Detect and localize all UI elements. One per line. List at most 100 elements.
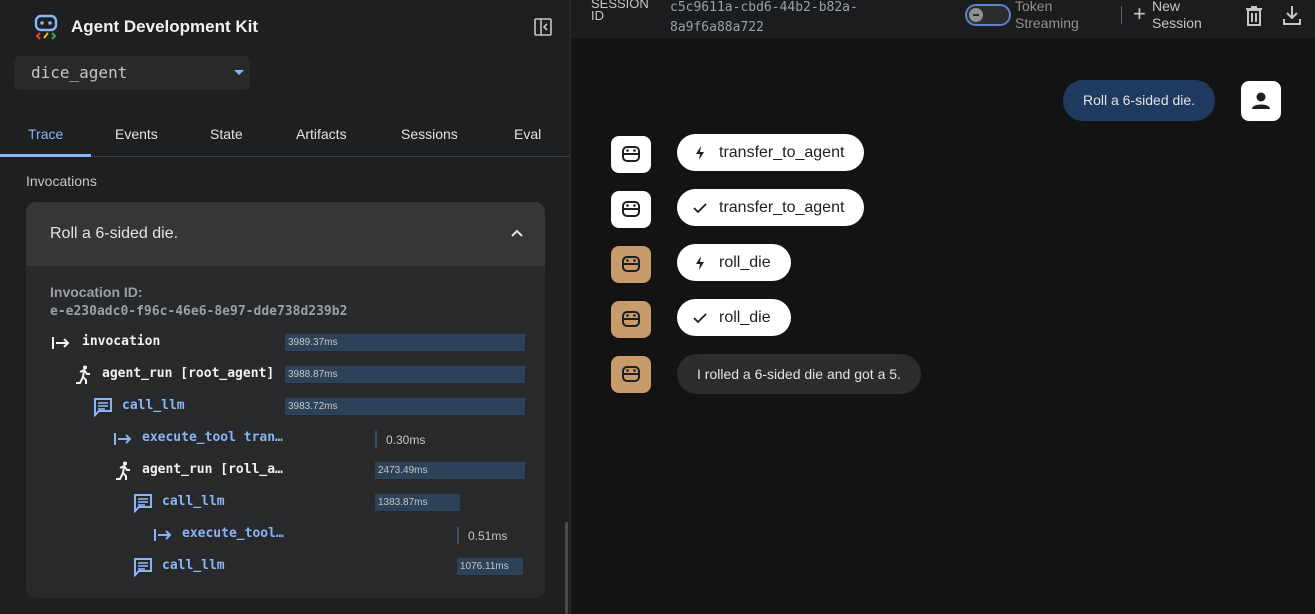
tab-artifacts[interactable]: Artifacts bbox=[296, 126, 347, 142]
function-name: transfer_to_agent bbox=[719, 198, 845, 216]
function-call-chip[interactable]: transfer_to_agent bbox=[677, 134, 865, 171]
function-response-chip[interactable]: transfer_to_agent bbox=[677, 189, 865, 226]
trace-row[interactable]: call_llm 1383.87ms bbox=[50, 492, 530, 514]
chat-area: Roll a 6-sided die. transfer_to_agent tr… bbox=[571, 38, 1315, 614]
trace-label: call_llm bbox=[162, 494, 225, 509]
function-name: roll_die bbox=[719, 253, 771, 271]
active-tab-indicator bbox=[0, 154, 91, 157]
invocation-id-value: e-e230adc0-f96c-46e6-8e97-dde738d239b2 bbox=[50, 304, 348, 319]
duration-bar: 3989.37ms bbox=[285, 334, 525, 351]
check-icon bbox=[693, 312, 707, 323]
function-name: roll_die bbox=[719, 308, 771, 326]
chevron-up-icon[interactable] bbox=[510, 228, 524, 238]
panel-scrollbar[interactable] bbox=[565, 522, 568, 614]
agent-avatar bbox=[611, 191, 651, 228]
chevron-down-icon bbox=[234, 70, 244, 75]
trace-label: invocation bbox=[82, 334, 161, 349]
tab-bar: Trace Events State Artifacts Sessions Ev… bbox=[0, 116, 570, 157]
arrow-right-bar-icon bbox=[52, 337, 70, 349]
user-avatar bbox=[1241, 81, 1281, 121]
arrow-right-bar-icon bbox=[154, 529, 172, 541]
agent-avatar bbox=[611, 301, 651, 338]
trace-row[interactable]: agent_run [root_agent] 3988.87ms bbox=[50, 364, 530, 386]
trace-label: agent_run [roll_a… bbox=[142, 462, 283, 477]
invocation-card: Roll a 6-sided die. Invocation ID: e-e23… bbox=[26, 202, 545, 598]
side-panel: Agent Development Kit dice_agent Trace E… bbox=[0, 0, 571, 614]
trace-label: call_llm bbox=[122, 398, 185, 413]
invocation-header[interactable]: Roll a 6-sided die. bbox=[26, 202, 545, 266]
token-streaming-toggle[interactable] bbox=[965, 4, 1011, 26]
robot-icon bbox=[622, 146, 640, 162]
tab-events[interactable]: Events bbox=[115, 126, 158, 142]
trace-label: call_llm bbox=[162, 558, 225, 573]
agent-select[interactable]: dice_agent bbox=[14, 56, 250, 90]
session-id-value: c5c9611a-cbd6-44b2-b82a-8a9f6a88a722 bbox=[670, 0, 858, 35]
trace-label: execute_tool… bbox=[182, 526, 284, 541]
robot-icon bbox=[622, 201, 640, 217]
download-icon[interactable] bbox=[1282, 5, 1302, 27]
trace-row[interactable]: execute_tool… 0.51ms bbox=[50, 524, 530, 546]
trace-label: execute_tool tran… bbox=[142, 430, 283, 445]
function-call-chip[interactable]: roll_die bbox=[677, 244, 791, 281]
tab-eval[interactable]: Eval bbox=[514, 126, 541, 142]
toggle-knob bbox=[969, 8, 983, 22]
trace-row[interactable]: call_llm 3983.72ms bbox=[50, 396, 530, 418]
arrow-right-bar-icon bbox=[114, 433, 132, 445]
chat-lines-icon bbox=[134, 558, 152, 578]
agent-avatar bbox=[611, 246, 651, 283]
duration-value: 0.51ms bbox=[468, 529, 508, 543]
bolt-icon bbox=[696, 145, 704, 160]
running-person-icon bbox=[76, 365, 90, 384]
collapse-panel-icon[interactable] bbox=[533, 17, 553, 37]
tab-state[interactable]: State bbox=[210, 126, 243, 142]
plus-icon: + bbox=[1133, 1, 1146, 26]
trace-row[interactable]: call_llm 1076.11ms bbox=[50, 556, 530, 578]
function-response-chip[interactable]: roll_die bbox=[677, 299, 791, 336]
session-id-label: SESSION ID bbox=[591, 0, 649, 23]
robot-icon bbox=[622, 256, 640, 272]
duration-bar: 3988.87ms bbox=[285, 366, 525, 383]
tab-trace[interactable]: Trace bbox=[28, 126, 63, 142]
adk-logo bbox=[34, 14, 58, 40]
invocation-query: Roll a 6-sided die. bbox=[50, 225, 179, 242]
duration-bar: 1383.87ms bbox=[375, 494, 460, 511]
duration-tick bbox=[457, 527, 459, 544]
session-toolbar: SESSION ID c5c9611a-cbd6-44b2-b82a-8a9f6… bbox=[571, 0, 1315, 38]
person-icon bbox=[1252, 92, 1270, 109]
check-icon bbox=[693, 202, 707, 213]
duration-tick bbox=[375, 431, 377, 448]
robot-icon bbox=[622, 366, 640, 382]
trace-label: agent_run [root_agent] bbox=[102, 366, 275, 381]
duration-value: 3988.87ms bbox=[288, 369, 338, 380]
adk-logo-icon bbox=[34, 14, 58, 40]
new-session-label: New Session bbox=[1152, 0, 1202, 31]
agent-avatar bbox=[611, 356, 651, 393]
app-root: Agent Development Kit dice_agent Trace E… bbox=[0, 0, 1315, 614]
chat-lines-icon bbox=[94, 398, 112, 418]
tab-sessions[interactable]: Sessions bbox=[401, 126, 458, 142]
trace-row[interactable]: agent_run [roll_a… 2473.49ms bbox=[50, 460, 530, 482]
app-title: Agent Development Kit bbox=[71, 17, 259, 36]
duration-value: 1076.11ms bbox=[460, 561, 509, 572]
duration-bar: 2473.49ms bbox=[375, 462, 525, 479]
duration-value: 1383.87ms bbox=[378, 497, 428, 508]
trace-row[interactable]: execute_tool tran… 0.30ms bbox=[50, 428, 530, 450]
robot-icon bbox=[622, 311, 640, 327]
duration-bar: 1076.11ms bbox=[457, 558, 523, 575]
duration-bar: 3983.72ms bbox=[285, 398, 525, 415]
agent-message-bubble: I rolled a 6-sided die and got a 5. bbox=[677, 354, 921, 394]
invocations-heading: Invocations bbox=[26, 173, 97, 189]
running-person-icon bbox=[116, 461, 130, 480]
token-streaming-label: Token Streaming bbox=[1015, 0, 1079, 31]
delete-icon[interactable] bbox=[1244, 5, 1264, 27]
duration-value: 3989.37ms bbox=[288, 337, 338, 348]
trace-row[interactable]: invocation 3989.37ms bbox=[50, 332, 530, 354]
chat-lines-icon bbox=[134, 494, 152, 514]
agent-select-value: dice_agent bbox=[31, 63, 128, 82]
function-name: transfer_to_agent bbox=[719, 143, 845, 161]
duration-value: 0.30ms bbox=[386, 433, 426, 447]
agent-avatar bbox=[611, 136, 651, 173]
duration-value: 3983.72ms bbox=[288, 401, 338, 412]
bolt-icon bbox=[696, 255, 704, 270]
user-message-bubble: Roll a 6-sided die. bbox=[1063, 80, 1216, 121]
